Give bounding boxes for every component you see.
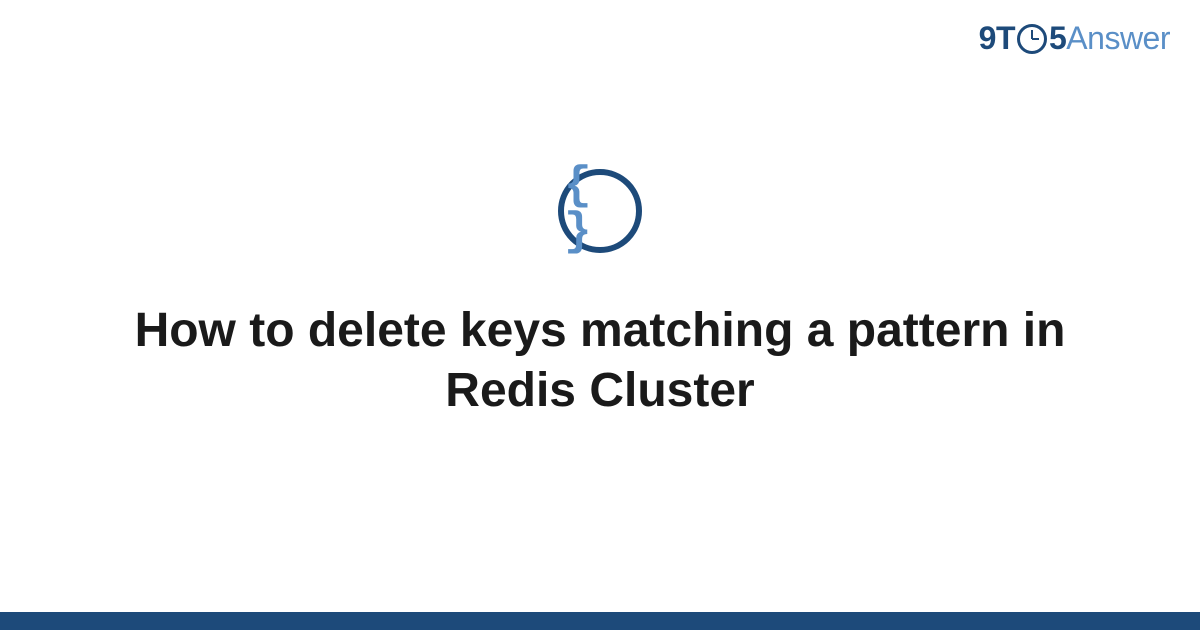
logo-text-mid: 5: [1049, 20, 1066, 57]
main-content: { } How to delete keys matching a patter…: [0, 0, 1200, 630]
footer-bar: [0, 612, 1200, 630]
logo-text-suffix: Answer: [1066, 20, 1170, 57]
category-badge: { }: [558, 169, 642, 253]
site-logo: 9T 5 Answer: [979, 20, 1170, 57]
code-braces-icon: { }: [564, 163, 636, 255]
page-title: How to delete keys matching a pattern in…: [120, 301, 1080, 421]
logo-text-prefix: 9T: [979, 20, 1015, 57]
clock-icon: [1017, 24, 1047, 54]
